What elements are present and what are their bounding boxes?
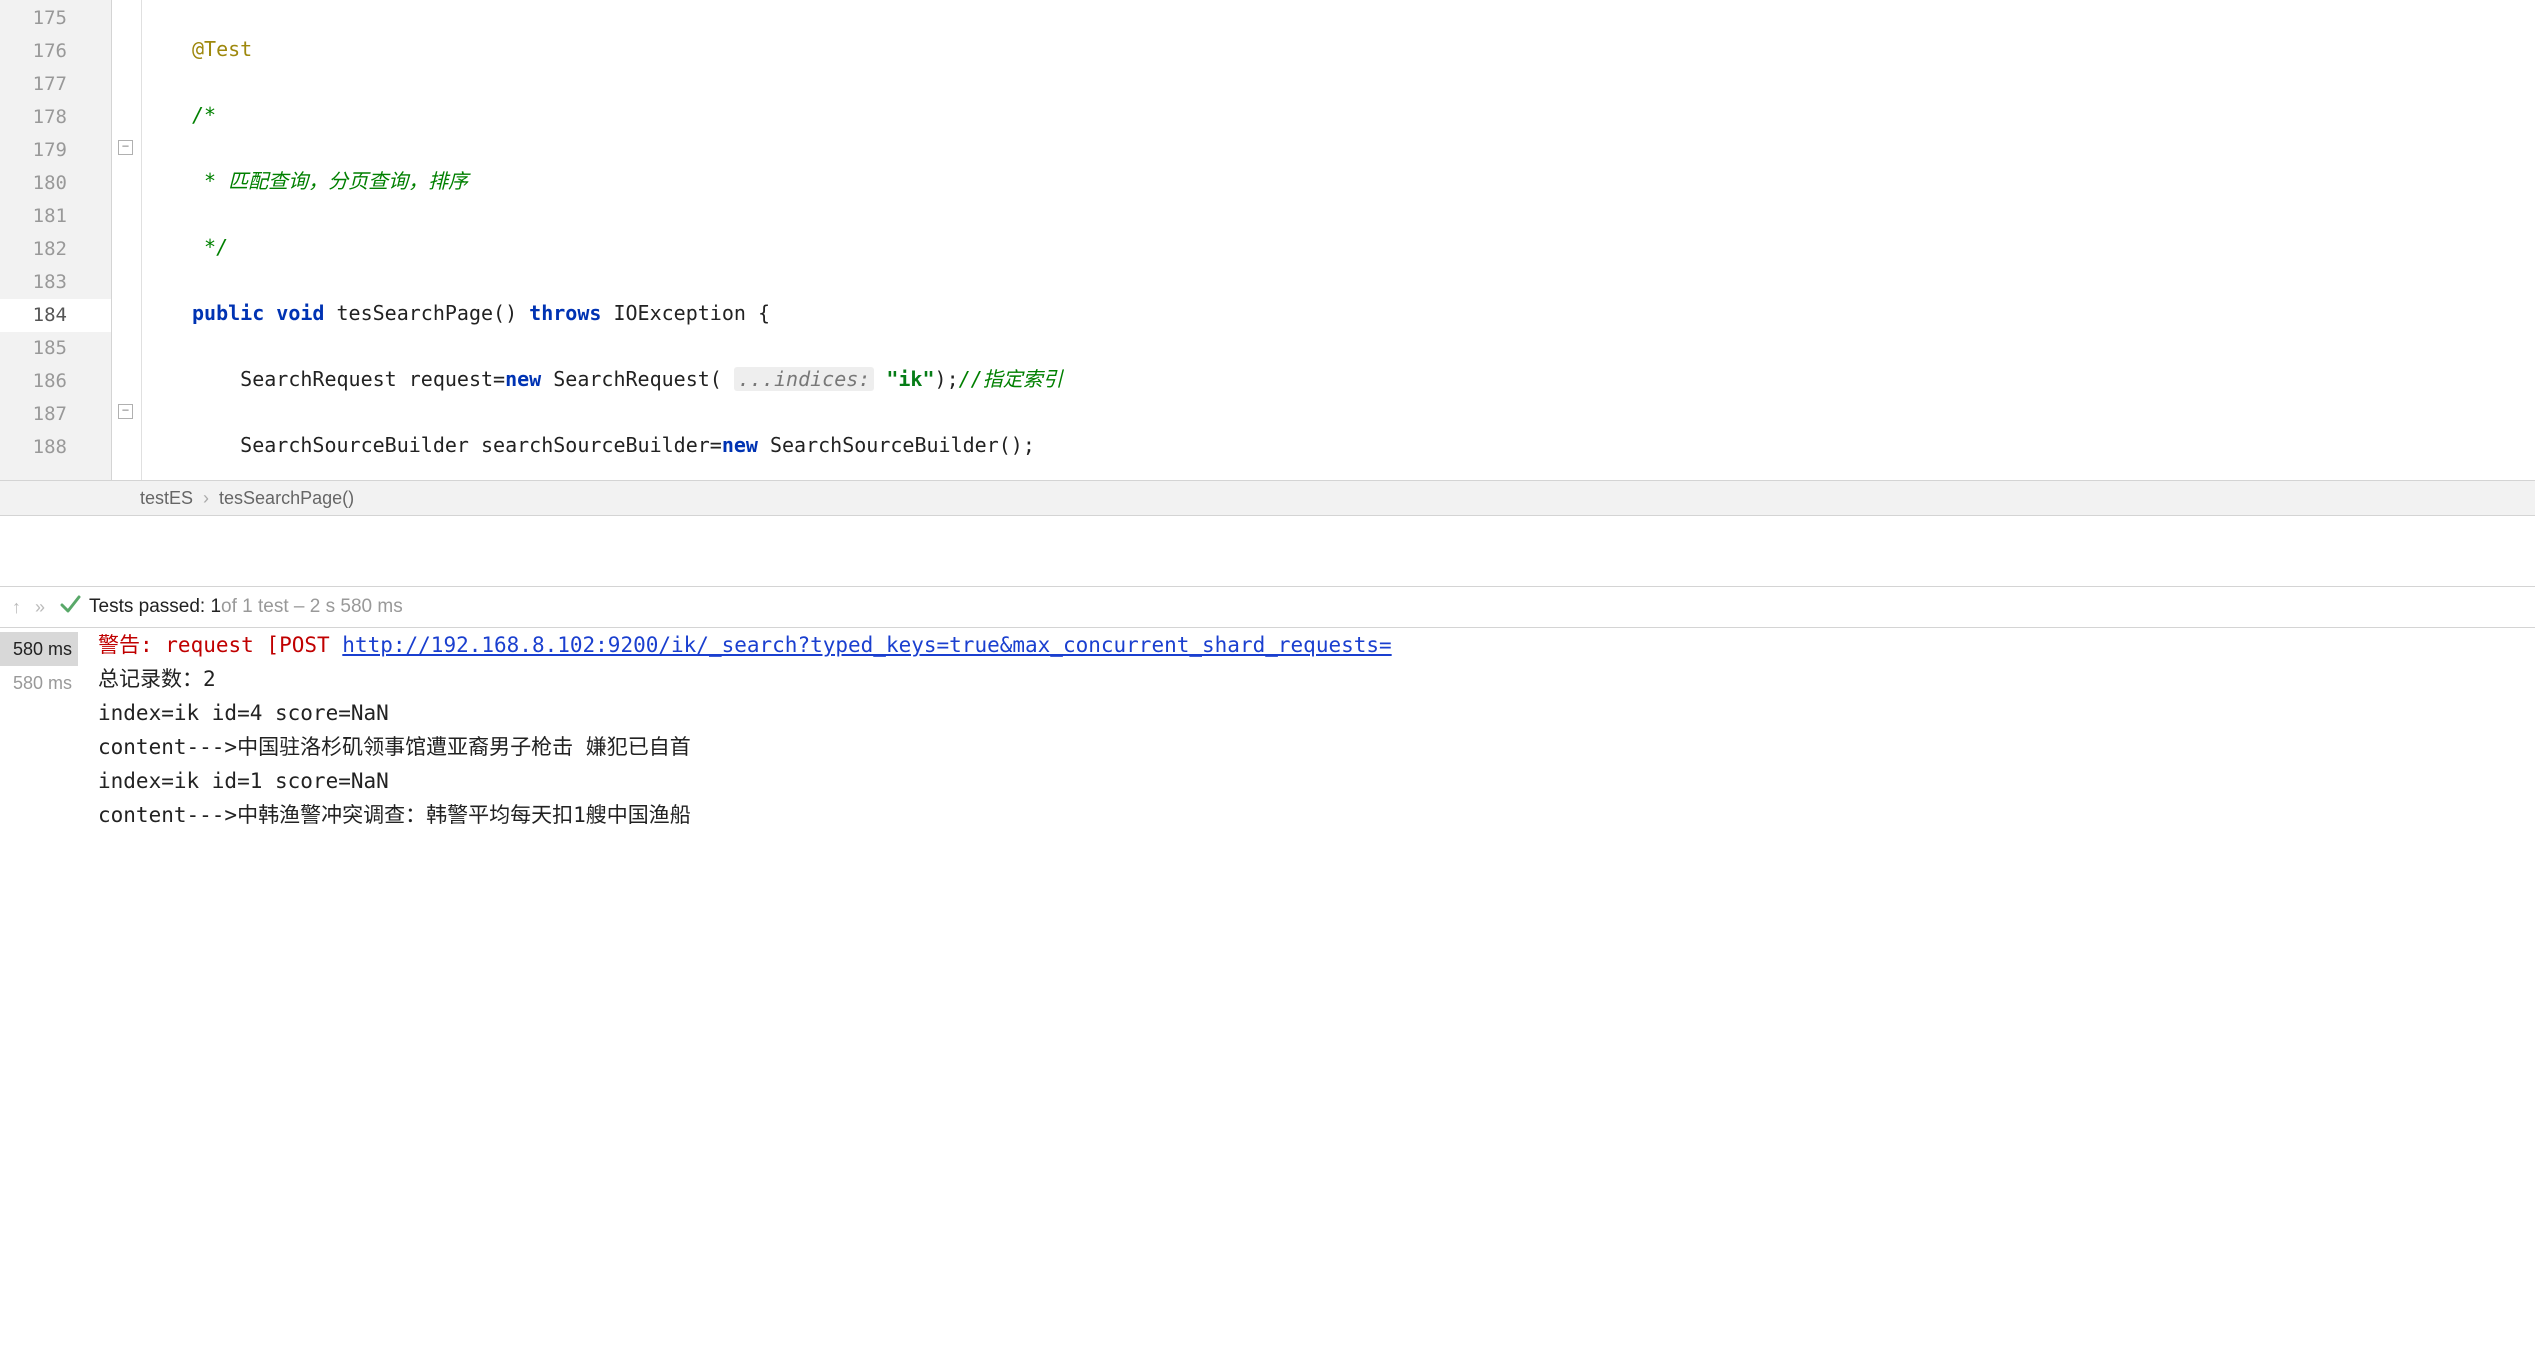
- breadcrumb-separator-icon: ›: [203, 488, 209, 509]
- panel-gap: [0, 516, 2535, 586]
- line-number: 176: [0, 35, 111, 68]
- tests-passed-label: Tests passed: 1: [89, 596, 221, 618]
- keyword: throws: [529, 301, 601, 325]
- code-text: );: [935, 367, 959, 391]
- breadcrumb-item[interactable]: tesSearchPage(): [219, 488, 354, 509]
- line-number: 184: [0, 299, 111, 332]
- check-icon: [59, 593, 81, 621]
- line-number: 188: [0, 431, 111, 464]
- code-text: SearchRequest(: [541, 367, 734, 391]
- test-duration[interactable]: 580 ms: [0, 666, 78, 700]
- comment: /*: [192, 103, 216, 127]
- line-number: 180: [0, 167, 111, 200]
- string-literal: "ik": [874, 367, 934, 391]
- line-number: 181: [0, 200, 111, 233]
- console-warning: 警告: request [POST: [98, 633, 342, 657]
- tests-summary-label: of 1 test – 2 s 580 ms: [221, 596, 403, 618]
- console-line: content--->中韩渔警冲突调查：韩警平均每天扣1艘中国渔船: [98, 798, 2535, 832]
- line-number: 179: [0, 134, 111, 167]
- keyword: void: [276, 301, 324, 325]
- history-forward-icon[interactable]: »: [35, 597, 45, 618]
- console-line: index=ik id=4 score=NaN: [98, 696, 2535, 730]
- line-number: 185: [0, 332, 111, 365]
- console-panel: 580 ms 580 ms 警告: request [POST http://1…: [0, 628, 2535, 832]
- code-text: SearchRequest request=: [240, 367, 505, 391]
- keyword: public: [192, 301, 264, 325]
- annotation: @Test: [192, 37, 252, 61]
- console-line: content--->中国驻洛杉矶领事馆遭亚裔男子枪击 嫌犯已自首: [98, 730, 2535, 764]
- keyword: new: [722, 433, 758, 457]
- line-number: 186: [0, 365, 111, 398]
- keyword: new: [505, 367, 541, 391]
- breadcrumb-item[interactable]: testES: [140, 488, 193, 509]
- comment: * 匹配查询，分页查询，排序: [192, 169, 468, 193]
- line-number-gutter: 175 176 177 178 179 180 181 182 183 184 …: [0, 0, 112, 480]
- console-output[interactable]: 警告: request [POST http://192.168.8.102:9…: [78, 628, 2535, 832]
- method-name: tesSearchPage(): [324, 301, 529, 325]
- line-number: 175: [0, 2, 111, 35]
- console-line: 警告: request [POST http://192.168.8.102:9…: [98, 628, 2535, 662]
- comment: */: [192, 235, 228, 259]
- fold-toggle-icon[interactable]: −: [118, 404, 133, 419]
- code-text: SearchSourceBuilder();: [758, 433, 1035, 457]
- console-line: index=ik id=1 score=NaN: [98, 764, 2535, 798]
- test-duration-gutter: 580 ms 580 ms: [0, 628, 78, 832]
- history-back-icon[interactable]: ↑: [12, 597, 21, 618]
- comment: //指定索引: [959, 367, 1063, 391]
- inlay-hint: ...indices:: [734, 367, 874, 391]
- code-content[interactable]: @Test /* * 匹配查询，分页查询，排序 */ public void t…: [142, 0, 2535, 480]
- line-number: 183: [0, 266, 111, 299]
- line-number: 187: [0, 398, 111, 431]
- code-text: SearchSourceBuilder searchSourceBuilder=: [240, 433, 722, 457]
- fold-toggle-icon[interactable]: −: [118, 140, 133, 155]
- code-text: IOException {: [601, 301, 770, 325]
- breadcrumb-bar: testES › tesSearchPage(): [0, 480, 2535, 516]
- console-url-link[interactable]: http://192.168.8.102:9200/ik/_search?typ…: [342, 633, 1391, 657]
- line-number: 178: [0, 101, 111, 134]
- code-editor[interactable]: 175 176 177 178 179 180 181 182 183 184 …: [0, 0, 2535, 480]
- test-status-bar: ↑ » Tests passed: 1 of 1 test – 2 s 580 …: [0, 586, 2535, 628]
- console-line: 总记录数：2: [98, 662, 2535, 696]
- line-number: 177: [0, 68, 111, 101]
- test-duration[interactable]: 580 ms: [0, 632, 78, 666]
- line-number: 182: [0, 233, 111, 266]
- fold-column: − −: [112, 0, 142, 480]
